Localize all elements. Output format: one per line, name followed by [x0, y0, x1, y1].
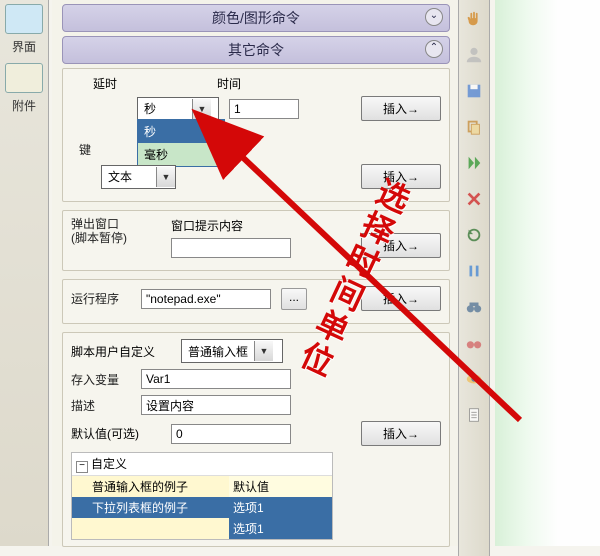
collapse-icon[interactable]: − [76, 461, 88, 473]
search-replace-icon[interactable] [465, 334, 483, 352]
tree-row[interactable]: 普通输入框的例子 默认值 [72, 476, 332, 497]
eye-icon[interactable] [465, 370, 483, 388]
label-store: 存入变量 [71, 371, 131, 388]
attachment-tab-icon[interactable] [5, 63, 43, 93]
pause-icon[interactable] [465, 262, 483, 280]
label-key: 键 [71, 141, 91, 158]
chevron-down-icon[interactable] [156, 167, 175, 187]
label-custom: 脚本用户自定义 [71, 343, 171, 360]
custom-input-type-value: 普通输入框 [182, 343, 254, 360]
delay-unit-dropdown: 秒 毫秒 [137, 119, 225, 167]
panel-run: 运行程序 ... 插入→ [62, 279, 450, 324]
user-icon[interactable] [465, 46, 483, 64]
attachment-tab-label[interactable]: 附件 [0, 97, 48, 114]
collapse-icon[interactable]: ⌄ [425, 8, 443, 26]
save-icon[interactable] [465, 82, 483, 100]
tree-root[interactable]: −自定义 [72, 453, 332, 476]
popup-prompt-input[interactable] [171, 238, 291, 258]
refresh-icon[interactable] [465, 226, 483, 244]
tree-row-selected[interactable]: 下拉列表框的例子 选项1 [72, 497, 332, 518]
copy-icon[interactable] [465, 118, 483, 136]
delay-time-input[interactable] [229, 99, 299, 119]
tree-row[interactable]: 选项1 [72, 518, 332, 539]
collapse-icon[interactable]: ⌃ [425, 40, 443, 58]
label-run: 运行程序 [71, 290, 131, 307]
label-default: 默认值(可选) [71, 425, 161, 442]
key-type-combo[interactable]: 文本 [101, 165, 176, 189]
label-time: 时间 [217, 75, 241, 92]
ui-tab-icon[interactable] [5, 4, 43, 34]
insert-button[interactable]: 插入→ [361, 286, 441, 311]
background-panel [495, 0, 600, 546]
section-other-label: 其它命令 [228, 40, 284, 60]
default-input[interactable] [171, 424, 291, 444]
label-delay: 延时 [93, 75, 117, 92]
desc-input[interactable] [141, 395, 291, 415]
run-path-input[interactable] [141, 289, 271, 309]
right-toolbar [458, 0, 490, 556]
play-icon[interactable] [465, 154, 483, 172]
close-icon[interactable] [465, 190, 483, 208]
binoculars-icon[interactable] [465, 298, 483, 316]
option-ms[interactable]: 毫秒 [138, 143, 224, 166]
delay-unit-combo[interactable]: 秒 秒 毫秒 [137, 97, 219, 121]
delay-unit-value: 秒 [138, 100, 192, 117]
label-desc: 描述 [71, 397, 131, 414]
store-var-input[interactable] [141, 369, 291, 389]
chevron-down-icon[interactable] [192, 99, 211, 119]
label-popup: 弹出窗口 (脚本暂停) [71, 217, 161, 246]
hand-icon[interactable] [465, 10, 483, 28]
option-sec[interactable]: 秒 [138, 120, 224, 143]
section-color-shape-label: 颜色/图形命令 [212, 8, 300, 28]
panel-custom: 脚本用户自定义 普通输入框 存入变量 描述 默认值(可选) 插入→ −自定义 [62, 332, 450, 547]
custom-input-type-combo[interactable]: 普通输入框 [181, 339, 283, 363]
insert-button[interactable]: 插入→ [361, 421, 441, 446]
custom-tree[interactable]: −自定义 普通输入框的例子 默认值 下拉列表框的例子 选项1 选项1 [71, 452, 333, 540]
section-other[interactable]: 其它命令 ⌃ [62, 36, 450, 64]
insert-button[interactable]: 插入→ [361, 96, 441, 121]
chevron-down-icon[interactable] [254, 341, 273, 361]
document-icon[interactable] [465, 406, 483, 424]
section-color-shape[interactable]: 颜色/图形命令 ⌄ [62, 4, 450, 32]
ui-tab-label[interactable]: 界面 [0, 38, 48, 55]
key-type-value: 文本 [102, 168, 156, 185]
browse-button[interactable]: ... [281, 288, 307, 310]
label-prompt: 窗口提示内容 [171, 217, 351, 234]
